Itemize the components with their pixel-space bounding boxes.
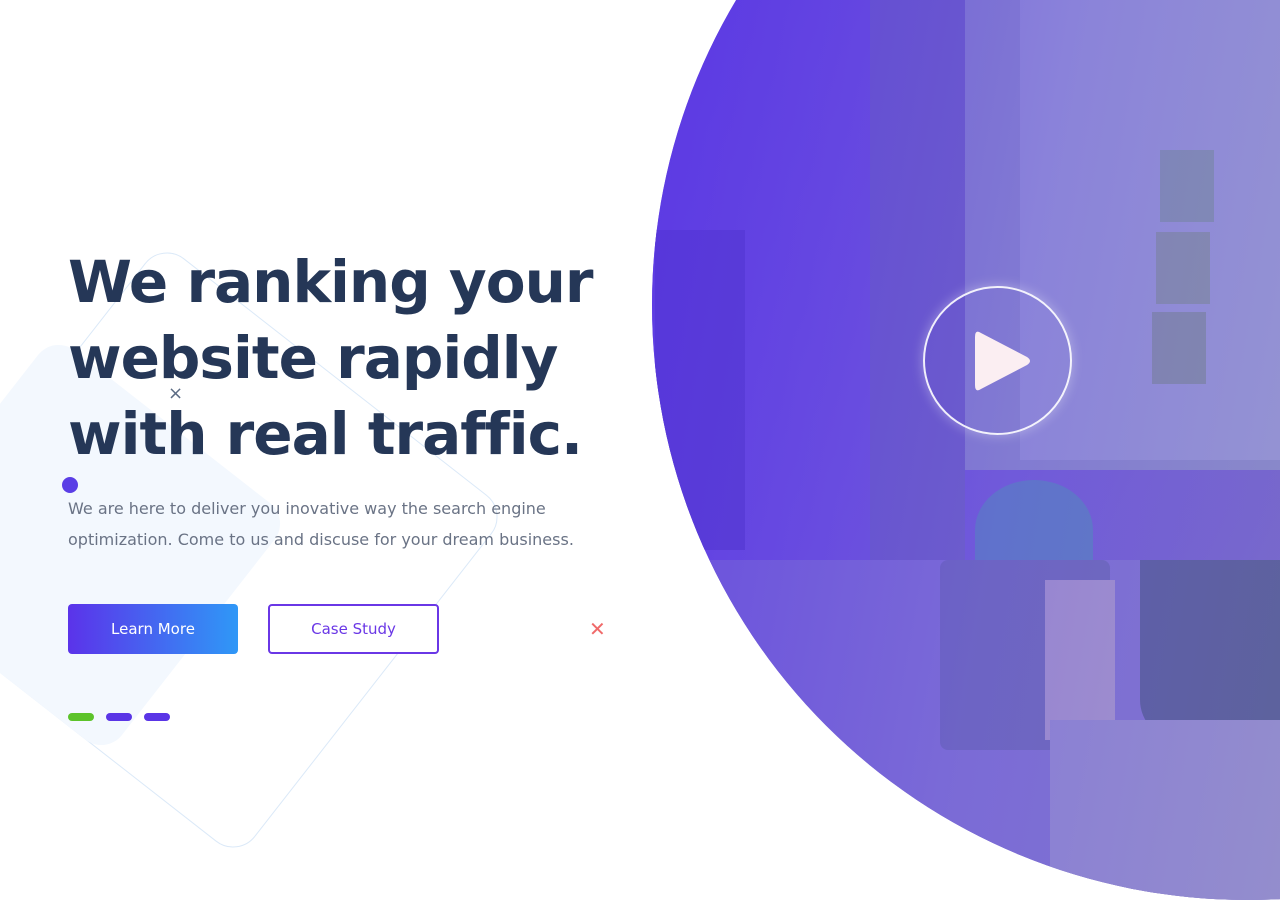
hero-title-line: website rapidly bbox=[68, 324, 558, 392]
slider-dot-2[interactable] bbox=[106, 713, 132, 721]
slider-dot-3[interactable] bbox=[144, 713, 170, 721]
hero-title: We ranking your website rapidly with rea… bbox=[68, 244, 648, 472]
slider-dot-1[interactable] bbox=[68, 713, 94, 721]
hero-description-line: optimization. Come to us and discuse for… bbox=[68, 530, 574, 549]
hero-title-line: We ranking your bbox=[68, 248, 593, 316]
purple-gradient-overlay bbox=[652, 0, 1280, 900]
play-video-button[interactable] bbox=[923, 286, 1072, 435]
decorative-close-icon: ✕ bbox=[589, 617, 606, 641]
hero-video-image bbox=[652, 0, 1280, 900]
hero-description-line: We are here to deliver you inovative way… bbox=[68, 499, 546, 518]
play-icon bbox=[974, 331, 1030, 390]
case-study-button[interactable]: Case Study bbox=[268, 604, 439, 654]
hero-section: We ranking your website rapidly with rea… bbox=[0, 0, 1280, 914]
hero-description: We are here to deliver you inovative way… bbox=[68, 493, 588, 555]
learn-more-button[interactable]: Learn More bbox=[68, 604, 238, 654]
decorative-x-icon: × bbox=[168, 383, 184, 404]
hero-title-line: with real traffic. bbox=[68, 400, 583, 468]
slider-pagination bbox=[68, 713, 170, 721]
decorative-dot bbox=[62, 477, 78, 493]
